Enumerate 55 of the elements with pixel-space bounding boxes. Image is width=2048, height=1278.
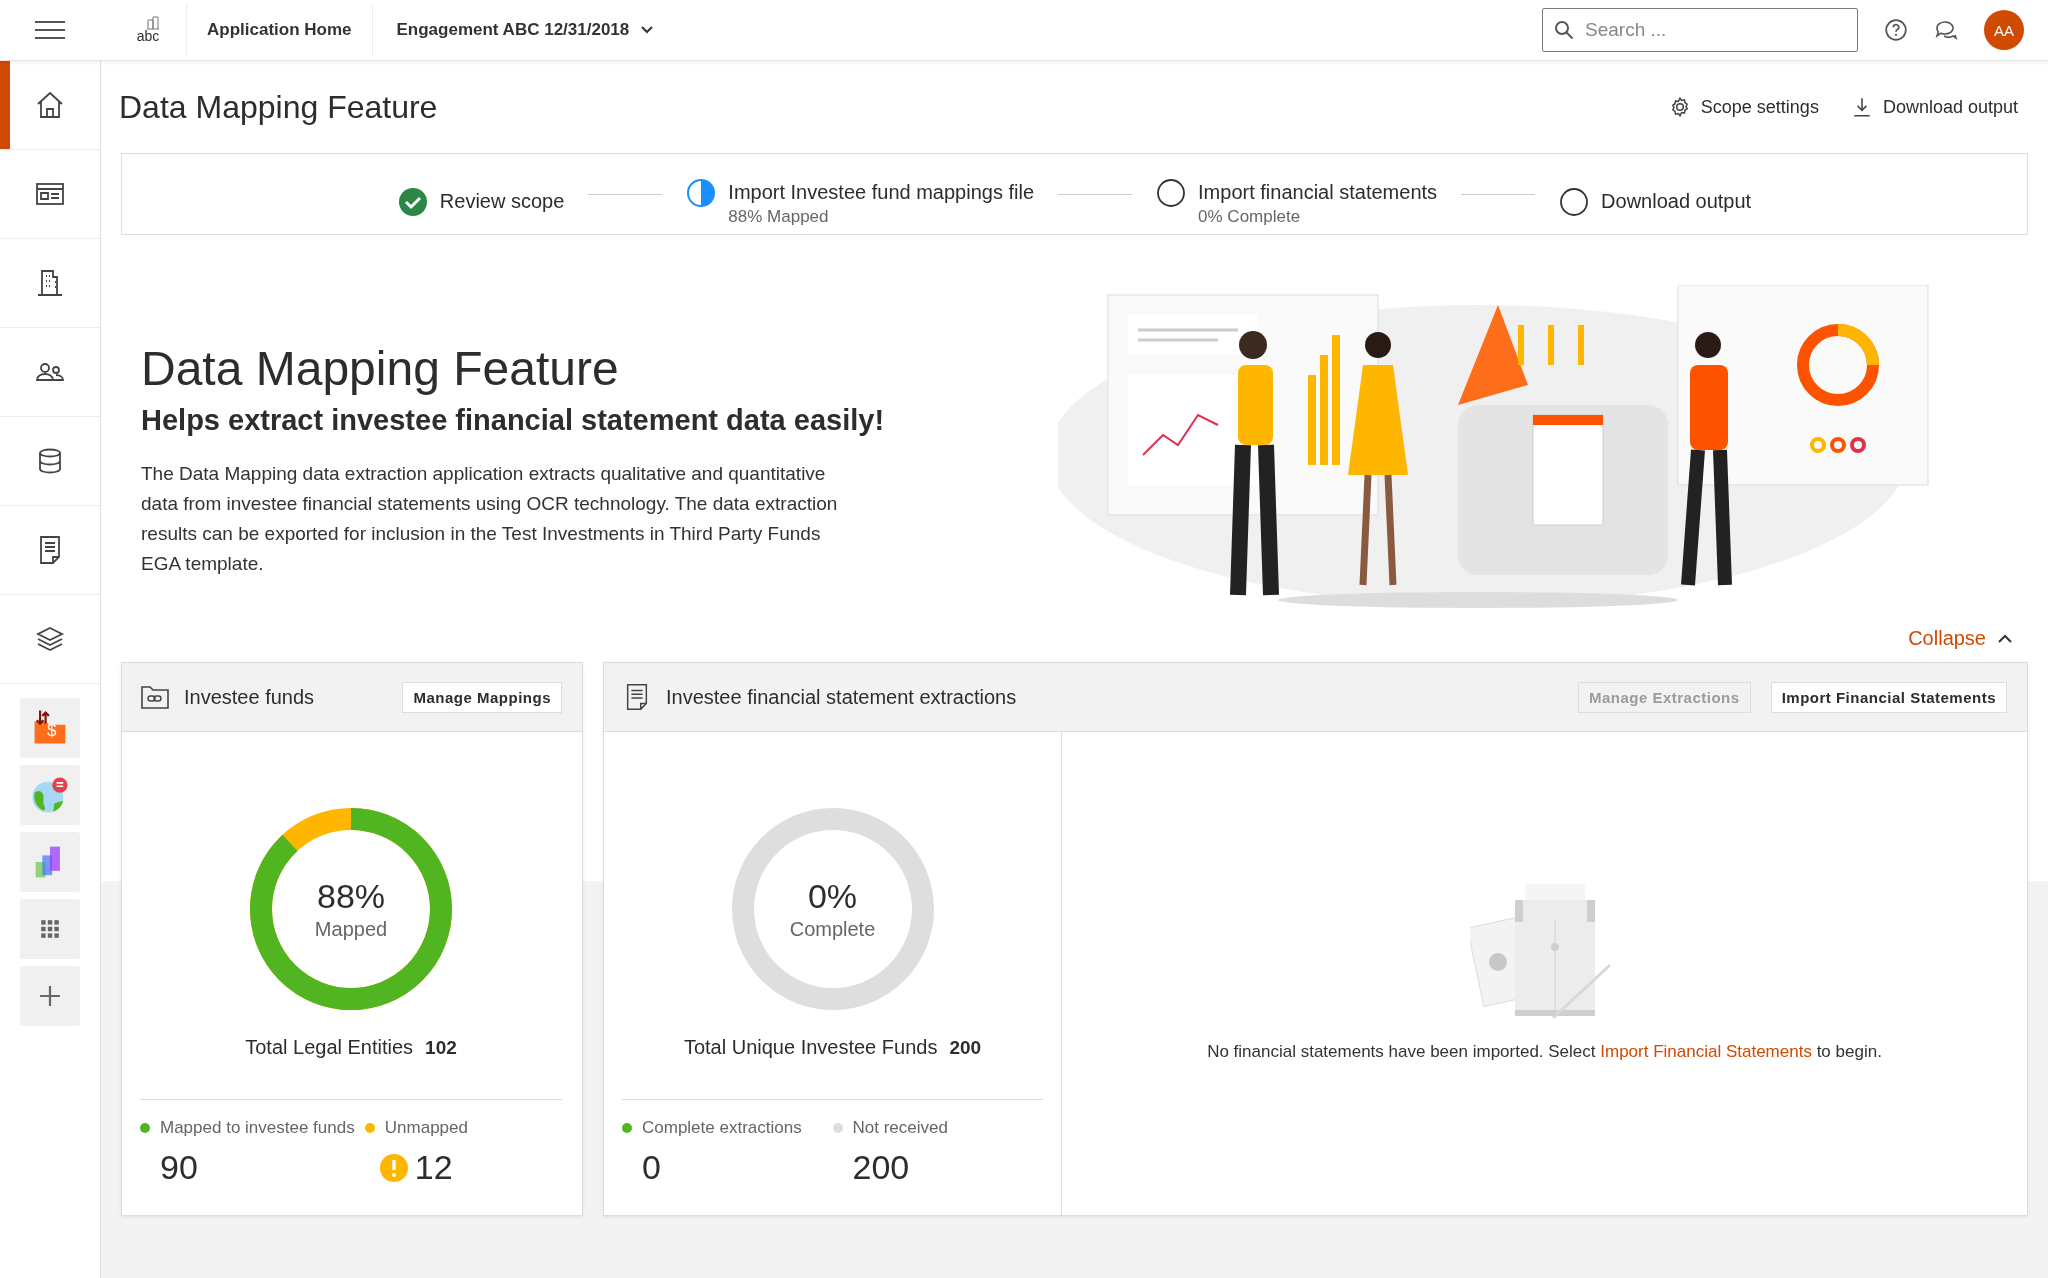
logo[interactable]: abc <box>136 16 160 44</box>
bars-app-tile[interactable] <box>20 832 80 892</box>
chat-icon[interactable] <box>1934 18 1958 42</box>
step-detail: 88% Mapped <box>728 206 830 227</box>
import-financial-statements-link[interactable]: Import Financial Statements <box>1600 1042 1812 1061</box>
legend-label: Complete extractions <box>642 1118 802 1138</box>
legend-label: Unmapped <box>384 1118 468 1138</box>
engagement-dropdown[interactable]: Engagement ABC 12/31/2018 <box>396 20 654 40</box>
globe-app-tile[interactable] <box>20 765 80 825</box>
dollar-sign: $ <box>47 722 57 739</box>
step-label: Import Investee fund mappings file <box>728 180 1035 204</box>
warning-icon <box>378 1152 409 1183</box>
download-button[interactable]: Download output <box>1850 92 2018 122</box>
home-nav-item[interactable] <box>0 61 100 150</box>
total-value: 200 <box>949 1037 982 1059</box>
legend-label: Mapped to investee funds <box>160 1118 355 1138</box>
grid-app-tile[interactable] <box>20 899 80 959</box>
user-avatar[interactable]: AA <box>1984 10 2024 50</box>
card-title: Investee funds <box>184 685 315 709</box>
legend-value: 200 <box>852 1148 910 1187</box>
total-label: Total Legal Entities <box>245 1036 414 1059</box>
building-icon <box>146 16 160 30</box>
hero-subtitle: Helps extract investee financial statement data easily! <box>141 404 886 437</box>
menu-icon[interactable] <box>34 20 66 40</box>
hero-description: The Data Mapping data extraction application extracts qualitative and quantitative data from investee financial statements using OCR technology. The data extraction results can be exported for inclusion in the Test Investments in Third Party Funds EGA template. <box>141 462 839 576</box>
help-icon[interactable] <box>1884 18 1908 42</box>
legend-value: 12 <box>414 1148 453 1187</box>
page-title: Data Mapping Feature <box>119 88 438 126</box>
step-detail: 0% Complete <box>1198 206 1302 227</box>
caret-icon <box>641 26 654 34</box>
step-label: Review scope <box>439 190 565 213</box>
search-field[interactable]: Search ... <box>1542 8 1858 52</box>
percent-caption: Mapped <box>314 918 388 941</box>
card-action-button[interactable]: Manage Mappings <box>402 681 562 713</box>
plus-app-tile[interactable] <box>20 966 80 1026</box>
step-label: Import financial statements <box>1198 180 1438 204</box>
logo-text: abc <box>136 28 160 44</box>
folder-link-icon <box>140 683 170 711</box>
scope-settings-button[interactable]: Scope settings <box>1668 92 1819 122</box>
total-value: 102 <box>425 1037 457 1059</box>
legend-value: 0 <box>642 1148 661 1187</box>
total-label: Total Unique Investee Funds <box>683 1036 938 1059</box>
card-title: Investee financial statement extractions <box>666 685 1017 709</box>
percent-caption: Complete <box>789 918 876 941</box>
collapse-link[interactable]: Collapse <box>1908 627 2012 650</box>
chevron-up-icon <box>1998 634 2012 643</box>
percent-value: 0% <box>807 877 858 916</box>
step-label: Download output <box>1601 190 1752 213</box>
hero-title: Data Mapping Feature <box>141 341 620 396</box>
empty-state-message: No financial statements have been imported. Select Import Financial Statements to begin. <box>1207 1042 1882 1062</box>
legend-label: Not received <box>852 1118 948 1138</box>
legend-value: 90 <box>160 1148 198 1187</box>
card-action-button[interactable]: Import Financial Statements <box>1770 681 2007 713</box>
percent-value: 88% <box>316 877 386 916</box>
application-home-link[interactable]: Application Home <box>207 20 352 40</box>
